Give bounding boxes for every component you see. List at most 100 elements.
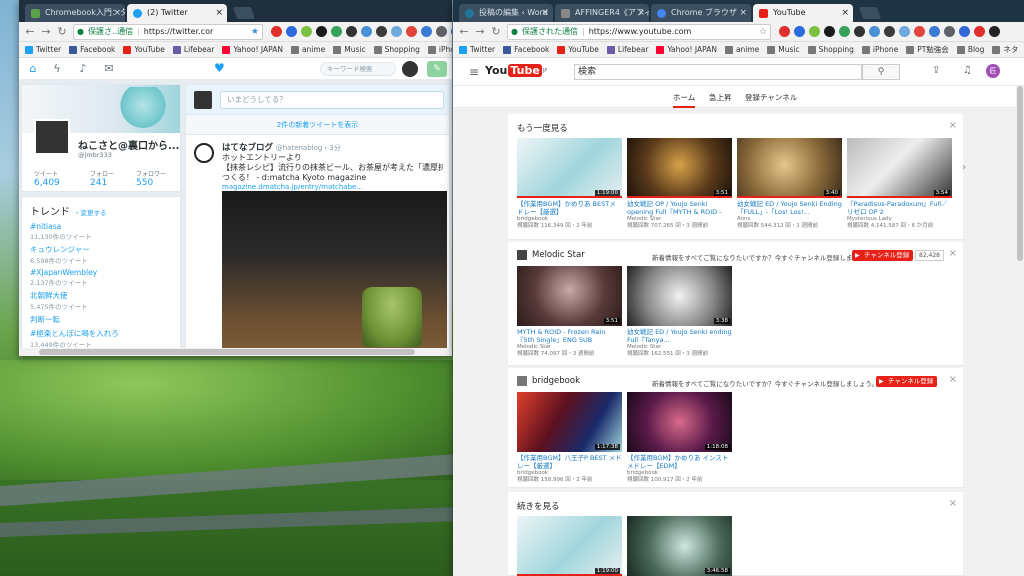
tab-chrome[interactable]: Chrome ブラウザ × xyxy=(651,4,751,22)
extension-icon[interactable] xyxy=(884,26,895,37)
bookmark-star-icon[interactable]: ★ xyxy=(251,25,259,39)
notifications-icon[interactable]: ♪ xyxy=(75,62,91,76)
extension-icon[interactable] xyxy=(421,26,432,37)
tab-wordpress[interactable]: 投稿の編集 ‹ Word × xyxy=(459,4,553,22)
stat-followers[interactable]: フォロワー 550 xyxy=(136,169,166,188)
extension-icon[interactable] xyxy=(436,26,447,37)
bookmark-folder[interactable]: Shopping xyxy=(807,45,854,54)
trend-item[interactable]: #nitiasa 11,130件のツイート xyxy=(30,222,172,241)
tab-chromebook[interactable]: Chromebook入門：タ × xyxy=(25,4,125,22)
profile-name[interactable]: ねこさと@裏口から... xyxy=(78,137,179,152)
upload-icon[interactable]: ⇪ xyxy=(932,65,940,76)
video-title[interactable]: 『Paradisus-Paradoxum』Full／リゼロ OP 2 xyxy=(847,200,952,216)
bookmark-item[interactable]: Facebook xyxy=(503,45,549,54)
video-thumbnail[interactable]: 1:18:08 xyxy=(627,392,732,452)
video-title[interactable]: 【作業用BGM】かめりあ BESTメドレー【厳選】 xyxy=(517,200,622,216)
shelf-title[interactable]: Melodic Star xyxy=(517,250,585,260)
twitter-bird-icon[interactable]: ♥ xyxy=(214,61,225,75)
video-title[interactable]: 【作業用BGM】かめりあ インストメドレー【EDM】 xyxy=(627,454,732,470)
close-icon[interactable]: × xyxy=(541,4,549,22)
bookmark-folder[interactable]: Shopping xyxy=(373,45,420,54)
video-channel[interactable]: Melodic Star xyxy=(517,344,622,351)
compose-input[interactable]: いまどうしてる？ xyxy=(220,91,444,109)
new-tab-button[interactable] xyxy=(232,7,256,19)
account-avatar[interactable]: 匠 xyxy=(986,64,1000,78)
extension-icon[interactable] xyxy=(914,26,925,37)
horizontal-scrollbar[interactable] xyxy=(19,348,452,356)
trend-item[interactable]: 判断一転 xyxy=(30,314,172,325)
tab-youtube[interactable]: YouTube × xyxy=(753,4,853,22)
youtube-logo[interactable]: You Tube JP xyxy=(485,64,547,77)
extension-icon[interactable] xyxy=(346,26,357,37)
dismiss-icon[interactable]: × xyxy=(949,374,957,385)
vertical-scrollbar[interactable] xyxy=(1016,86,1024,576)
address-bar[interactable]: ● 保護された通信 | https://www.youtube.com ☆ xyxy=(507,24,771,40)
video-card[interactable]: 1:19:00 xyxy=(517,516,622,576)
tab-home[interactable]: ホーム xyxy=(673,92,696,108)
video-card[interactable]: 3:51 MYTH & ROID - Frozen Rain『5th Singl… xyxy=(517,266,622,358)
extension-icon[interactable] xyxy=(824,26,835,37)
video-thumbnail[interactable]: 3:51 xyxy=(517,266,622,326)
youtube-search-input[interactable]: 検索 xyxy=(574,64,862,80)
browser-window-twitter[interactable]: Chromebook入門：タ × (2) Twitter × ← → ↻ ● 保… xyxy=(19,0,452,356)
extension-icon[interactable] xyxy=(271,26,282,37)
extension-icon[interactable] xyxy=(361,26,372,37)
dismiss-icon[interactable]: × xyxy=(949,498,957,509)
messages-icon[interactable]: ✉ xyxy=(101,62,117,76)
extension-icon[interactable] xyxy=(809,26,820,37)
dismiss-icon[interactable]: × xyxy=(949,120,957,131)
hamburger-menu-icon[interactable]: ≡ xyxy=(469,65,479,79)
bookmark-item[interactable]: Lifebear xyxy=(606,45,648,54)
extension-icon[interactable] xyxy=(779,26,790,37)
extension-icon[interactable] xyxy=(301,26,312,37)
bookmark-item[interactable]: Twitter xyxy=(459,45,495,54)
trend-item[interactable]: キュウレンジャー 6,598件のツイート xyxy=(30,244,172,265)
extension-icon[interactable] xyxy=(944,26,955,37)
extension-icon[interactable] xyxy=(391,26,402,37)
scrollbar-thumb[interactable] xyxy=(39,349,415,355)
reload-icon[interactable]: ↻ xyxy=(55,25,69,39)
bookmark-item[interactable]: YouTube xyxy=(557,45,599,54)
close-icon[interactable]: × xyxy=(113,4,121,22)
back-icon[interactable]: ← xyxy=(23,25,37,39)
extension-icon[interactable] xyxy=(331,26,342,37)
video-thumbnail[interactable]: 1:19:00 xyxy=(517,516,622,576)
extension-icon[interactable] xyxy=(406,26,417,37)
tweet-time[interactable]: ・3分 xyxy=(322,144,340,152)
reload-icon[interactable]: ↻ xyxy=(489,25,503,39)
tweet-author[interactable]: はてなブログ xyxy=(222,143,273,153)
video-channel[interactable]: bridgebook xyxy=(517,216,622,223)
close-icon[interactable]: × xyxy=(739,4,747,22)
trend-item[interactable]: #極楽とんぼに喝を入れろ 13,449件のツイート xyxy=(30,328,172,349)
bookmark-item[interactable]: Facebook xyxy=(69,45,115,54)
video-title[interactable]: 幼女戦記 ED / Youjo Senki Ending 「FULL」-「Los… xyxy=(737,200,842,216)
tab-subscriptions[interactable]: 登録チャンネル xyxy=(745,92,797,103)
bookmark-folder[interactable]: Blog xyxy=(956,45,984,54)
bookmark-folder[interactable]: anime xyxy=(724,45,759,54)
video-thumbnail[interactable]: 3:38 xyxy=(627,266,732,326)
extension-icon[interactable] xyxy=(959,26,970,37)
extension-icon[interactable] xyxy=(376,26,387,37)
back-icon[interactable]: ← xyxy=(457,25,471,39)
trends-change-link[interactable]: ・変更する xyxy=(74,209,107,217)
forward-icon[interactable]: → xyxy=(473,25,487,39)
chevron-right-icon[interactable]: › xyxy=(962,162,966,173)
bookmark-folder[interactable]: iPhone xyxy=(427,45,452,54)
video-channel[interactable]: Melodic Star xyxy=(627,344,732,351)
scrollbar-thumb[interactable] xyxy=(1017,86,1023,261)
dismiss-icon[interactable]: × xyxy=(949,248,957,259)
profile-avatar[interactable] xyxy=(34,119,70,155)
video-channel[interactable]: bridgebook xyxy=(627,470,732,477)
video-thumbnail[interactable]: 3:46:58 xyxy=(627,516,732,576)
bookmark-item[interactable]: YouTube xyxy=(123,45,165,54)
extension-icon[interactable] xyxy=(899,26,910,37)
home-icon[interactable]: ⌂ xyxy=(25,62,41,76)
video-thumbnail[interactable]: 3:54 xyxy=(847,138,952,198)
close-icon[interactable]: × xyxy=(637,4,645,22)
bookmark-folder[interactable]: Music xyxy=(767,45,800,54)
forward-icon[interactable]: → xyxy=(39,25,53,39)
moments-icon[interactable]: ϟ xyxy=(49,62,65,76)
video-thumbnail[interactable]: 1:17:38 xyxy=(517,392,622,452)
extension-icon[interactable] xyxy=(451,26,452,37)
bookmark-star-icon[interactable]: ☆ xyxy=(759,25,767,39)
